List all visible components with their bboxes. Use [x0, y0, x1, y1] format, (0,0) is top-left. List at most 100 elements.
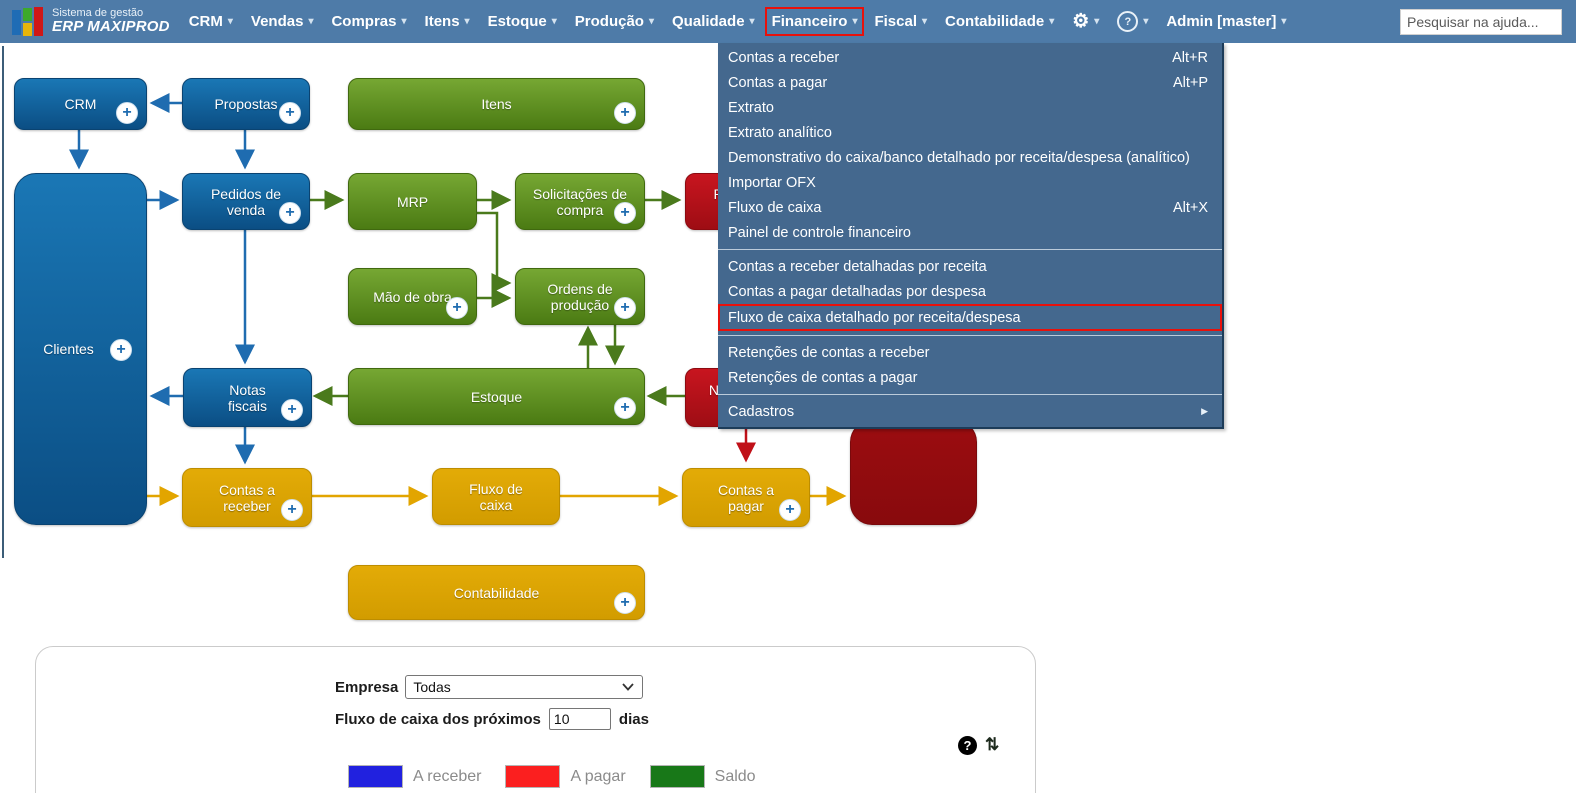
shortcut-label: Alt+R — [1172, 49, 1208, 66]
chevron-down-icon: ▾ — [1143, 15, 1149, 27]
legend-entry-a-receber: A receber — [348, 765, 481, 788]
plus-icon[interactable]: + — [779, 499, 801, 521]
chevron-down-icon: ▾ — [227, 15, 233, 27]
chevron-down-icon: ▾ — [648, 15, 655, 27]
chevron-down-icon: ▾ — [308, 15, 314, 27]
menu-item-fluxo-de-caixa[interactable]: Fluxo de caixa Alt+X — [718, 195, 1222, 220]
empresa-label: Empresa — [335, 678, 399, 696]
chevron-down-icon: ▾ — [749, 15, 755, 27]
chart-legend: A receber A pagar Saldo — [348, 765, 756, 788]
menu-item-contas-pagar-detalhadas[interactable]: Contas a pagar detalhadas por despesa — [718, 279, 1222, 304]
menu-item-contas-receber-detalhadas[interactable]: Contas a receber detalhadas por receita — [718, 254, 1222, 279]
menu-item-contas-a-receber[interactable]: Contas a receber Alt+R — [718, 45, 1222, 70]
nav-item-crm[interactable]: CRM ▾ — [181, 9, 241, 34]
menu-separator — [718, 249, 1222, 250]
legend-entry-a-pagar: A pagar — [505, 765, 626, 788]
plus-icon[interactable]: + — [279, 102, 301, 124]
chevron-down-icon: ▾ — [1281, 15, 1287, 27]
menu-item-extrato[interactable]: Extrato — [718, 95, 1222, 120]
menu-item-contas-a-pagar[interactable]: Contas a pagar Alt+P — [718, 70, 1222, 95]
flow-box-contas-a-pagar[interactable]: Contas a pagar + — [682, 468, 810, 527]
fluxo-dias-row: Fluxo de caixa dos próximos dias — [335, 708, 649, 730]
flow-box-pedidos-de-venda[interactable]: Pedidos de venda + — [182, 173, 310, 230]
menu-separator — [718, 394, 1222, 395]
nav-item-financeiro[interactable]: Financeiro ▾ — [764, 7, 865, 36]
plus-icon[interactable]: + — [281, 499, 303, 521]
financeiro-dropdown-menu: Contas a receber Alt+R Contas a pagar Alt+… — [718, 43, 1224, 429]
menu-item-retencoes-contas-receber[interactable]: Retenções de contas a receber — [718, 340, 1222, 365]
help-icon: ? — [1117, 11, 1139, 32]
menu-item-retencoes-contas-pagar[interactable]: Retenções de contas a pagar — [718, 365, 1222, 390]
flow-box-estoque[interactable]: Estoque + — [348, 368, 645, 425]
help-menu[interactable]: ? ▾ — [1109, 7, 1156, 36]
fluxo-dias-label: Fluxo de caixa dos próximos — [335, 710, 541, 728]
flow-box-itens[interactable]: Itens + — [348, 78, 645, 130]
shortcut-label: Alt+X — [1172, 199, 1208, 216]
legend-swatch-a-pagar — [505, 765, 561, 788]
submenu-arrow-icon: ▶ — [1201, 406, 1208, 416]
chevron-down-icon: ▾ — [922, 15, 928, 27]
menu-item-painel-controle-financeiro[interactable]: Painel de controle financeiro — [718, 220, 1222, 245]
nav-item-itens[interactable]: Itens ▾ — [417, 9, 478, 34]
flow-box-mrp[interactable]: MRP — [348, 173, 477, 230]
help-icon[interactable]: ? — [958, 735, 977, 755]
nav-item-compras[interactable]: Compras ▾ — [323, 9, 414, 34]
settings-menu[interactable]: ⚙ ▾ — [1064, 8, 1107, 35]
flow-box-crm[interactable]: CRM + — [14, 78, 147, 130]
erp-maxiprod-app: Sistema de gestão ERP MAXIPROD CRM ▾ Vend… — [0, 0, 1576, 793]
flow-box-fluxo-de-caixa[interactable]: Fluxo de caixa — [432, 468, 560, 525]
chevron-down-icon: ▾ — [1049, 15, 1055, 27]
plus-icon[interactable]: + — [116, 102, 138, 124]
menu-item-fluxo-caixa-detalhado[interactable]: Fluxo de caixa detalhado por receita/des… — [718, 304, 1222, 331]
nav-item-qualidade[interactable]: Qualidade ▾ — [664, 9, 763, 34]
plus-icon[interactable]: + — [279, 202, 301, 224]
flow-box-propostas[interactable]: Propostas + — [182, 78, 310, 130]
menu-item-cadastros[interactable]: Cadastros ▶ — [718, 399, 1222, 424]
menu-separator — [718, 335, 1222, 336]
brand-logo[interactable]: Sistema de gestão ERP MAXIPROD — [0, 0, 180, 43]
nav-item-estoque[interactable]: Estoque ▾ — [480, 9, 565, 34]
nav-item-producao[interactable]: Produção ▾ — [567, 9, 662, 34]
shortcut-label: Alt+P — [1172, 74, 1208, 91]
nav-item-fiscal[interactable]: Fiscal ▾ — [866, 9, 935, 34]
chevron-down-icon: ▾ — [852, 15, 858, 27]
flow-box-notas-fiscais[interactable]: Notas fiscais + — [183, 368, 312, 427]
menu-item-demonstrativo-caixa-banco[interactable]: Demonstrativo do caixa/banco detalhado p… — [718, 145, 1222, 170]
dias-input[interactable] — [548, 708, 611, 730]
menu-item-extrato-analitico[interactable]: Extrato analítico — [718, 120, 1222, 145]
plus-icon[interactable]: + — [446, 297, 468, 319]
plus-icon[interactable]: + — [614, 397, 636, 419]
menu-item-importar-ofx[interactable]: Importar OFX — [718, 170, 1222, 195]
plus-icon[interactable]: + — [281, 399, 303, 421]
brand-name: ERP MAXIPROD — [52, 18, 170, 36]
refresh-icon[interactable]: ⇅ — [985, 735, 999, 755]
chevron-down-icon: ▾ — [551, 15, 557, 27]
flow-box-fornecedores-unlabeled[interactable] — [850, 420, 977, 525]
flow-box-clientes[interactable]: Clientes + — [14, 173, 147, 525]
plus-icon[interactable]: + — [614, 592, 636, 614]
flow-box-contas-a-receber[interactable]: Contas a receber + — [182, 468, 312, 527]
chevron-down-icon — [622, 683, 635, 691]
diagram-left-border — [2, 46, 4, 558]
flow-box-mao-de-obra[interactable]: Mão de obra + — [348, 268, 477, 325]
plus-icon[interactable]: + — [614, 297, 636, 319]
top-navbar: Sistema de gestão ERP MAXIPROD CRM ▾ Vend… — [0, 0, 1576, 43]
flow-box-solicitacoes-de-compra[interactable]: Solicitações de compra + — [515, 173, 645, 230]
gear-icon: ⚙ — [1072, 11, 1090, 32]
search-input[interactable] — [1400, 8, 1562, 35]
flow-box-ordens-de-producao[interactable]: Ordens de produção + — [515, 268, 645, 325]
nav-item-contabilidade[interactable]: Contabilidade ▾ — [937, 9, 1062, 34]
flow-box-contabilidade[interactable]: Contabilidade + — [348, 565, 645, 620]
chevron-down-icon: ▾ — [464, 15, 470, 27]
legend-entry-saldo: Saldo — [649, 765, 756, 788]
chevron-down-icon: ▾ — [401, 15, 407, 27]
plus-icon[interactable]: + — [614, 102, 636, 124]
plus-icon[interactable]: + — [614, 202, 636, 224]
nav-item-admin[interactable]: Admin [master] ▾ — [1158, 9, 1294, 34]
legend-swatch-saldo — [649, 765, 705, 788]
empresa-select[interactable]: Todas — [405, 675, 644, 699]
nav-item-vendas[interactable]: Vendas ▾ — [243, 9, 322, 34]
plus-icon[interactable]: + — [110, 339, 132, 361]
brand-logo-icon — [12, 6, 44, 37]
chevron-down-icon: ▾ — [1094, 15, 1100, 27]
